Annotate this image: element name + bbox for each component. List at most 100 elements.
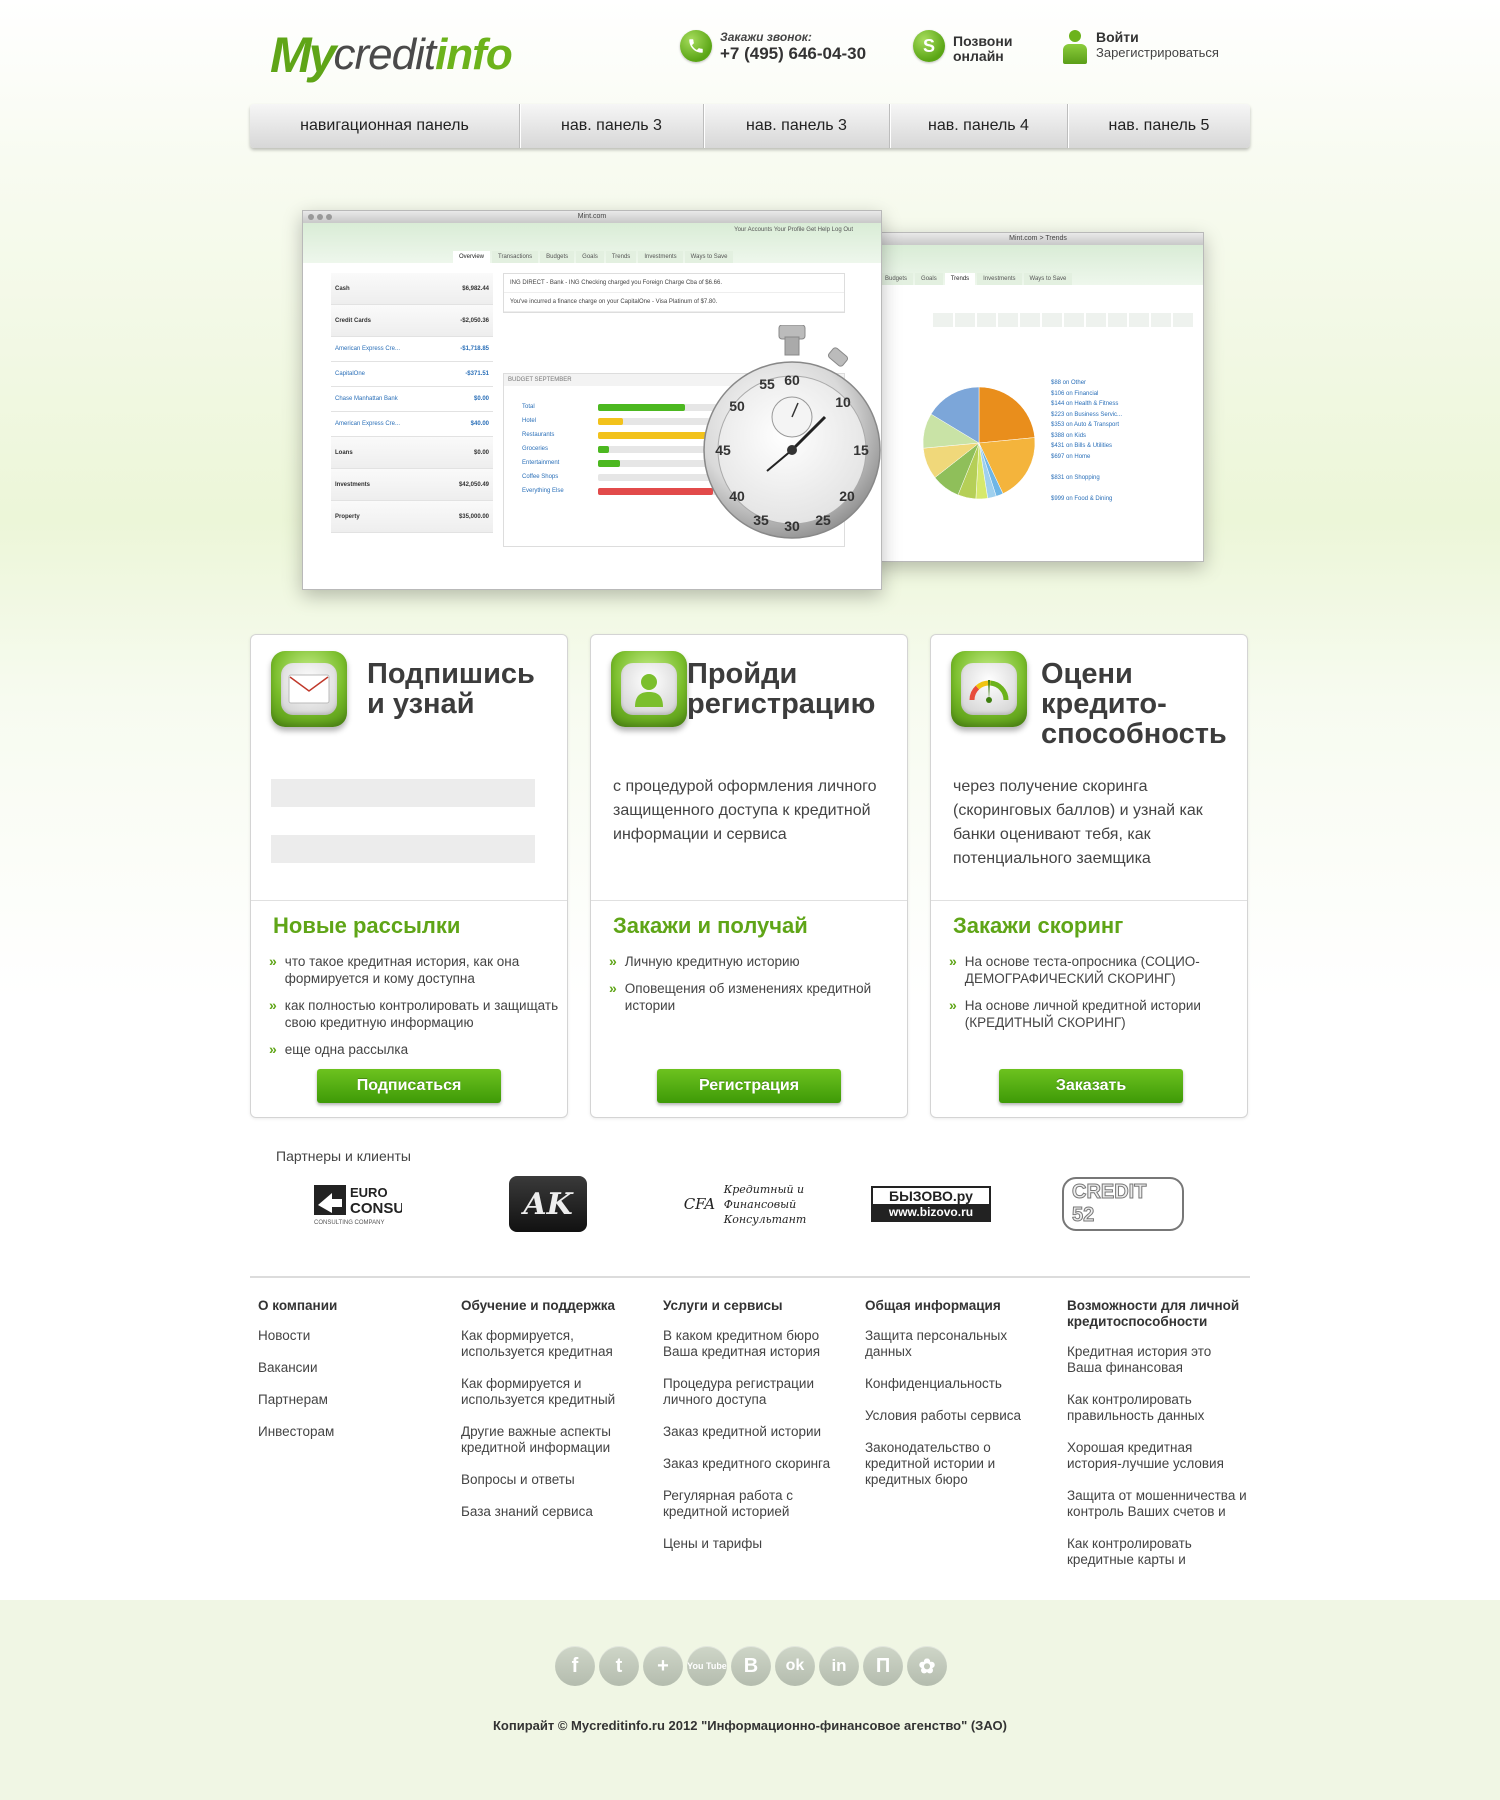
subscribe-card-list: » что такое кредитная история, как она фо… [269, 953, 559, 1068]
nav-item-3[interactable]: нав. панель 3 [704, 104, 890, 148]
cfk-line-3: Консультант [723, 1212, 807, 1226]
phone-number[interactable]: +7 (495) 646-04-30 [720, 44, 866, 64]
scoring-card: Оцени кредито- способность через получен… [930, 634, 1248, 1118]
footer-link[interactable]: Защита от мошенничества и контроль Ваших… [1067, 1488, 1247, 1520]
bizovo-logo[interactable]: БЫЗОВО.ру www.bizovo.ru [870, 1176, 992, 1232]
bullet-icon: » [949, 997, 957, 1013]
overview-tab: Investments [638, 251, 683, 263]
footer-link[interactable]: Как контролировать правильность данных [1067, 1392, 1247, 1424]
subscribe-email-field[interactable] [271, 835, 535, 863]
stopwatch-icon: 60 10 15 20 25 30 35 40 45 50 55 [703, 325, 881, 539]
plus-icon[interactable]: + [643, 1646, 683, 1686]
footer-divider [250, 1276, 1250, 1278]
legend-item: $353 on Auto & Transport [1051, 422, 1120, 428]
facebook-icon[interactable]: f [555, 1646, 595, 1686]
footer-heading: О компании [258, 1298, 338, 1313]
footer-link[interactable]: Партнерам [258, 1392, 438, 1408]
account-row: Cash $6,982.44 [331, 273, 493, 305]
overview-window-titlebar: Mint.com [303, 211, 881, 223]
account-value: $6,982.44 [462, 285, 489, 292]
footer-link[interactable]: Новости [258, 1328, 438, 1344]
flower-icon[interactable]: ✿ [907, 1646, 947, 1686]
footer-link[interactable]: Конфиденциальность [865, 1376, 1045, 1392]
scoring-title-line-3: способность [1041, 718, 1227, 750]
footer-link[interactable]: Законодательство о кредитной истории и к… [865, 1440, 1045, 1488]
footer-link[interactable]: Заказ кредитного скоринга [663, 1456, 843, 1472]
alert-item: You've incurred a finance charge on your… [504, 293, 844, 312]
scoring-card-top: Оцени кредито- способность через получен… [931, 635, 1247, 901]
subscribe-button[interactable]: Подписаться [317, 1069, 501, 1103]
footer-link[interactable]: Условия работы сервиса [865, 1408, 1045, 1424]
cfa-mark: CFA [683, 1195, 716, 1213]
subscribe-card-title: Подпишись и узнай [367, 659, 535, 719]
twitter-icon[interactable]: t [599, 1646, 639, 1686]
subscribe-card-subtitle: Новые рассылки [273, 913, 461, 938]
registration-button[interactable]: Регистрация [657, 1069, 841, 1103]
footer-link[interactable]: Вакансии [258, 1360, 438, 1376]
order-scoring-button[interactable]: Заказать [999, 1069, 1183, 1103]
footer-link[interactable]: Защита персональных данных [865, 1328, 1045, 1360]
nav-item-5[interactable]: нав. панель 5 [1068, 104, 1250, 148]
login-link[interactable]: Войти [1096, 30, 1219, 45]
footer-link[interactable]: Хорошая кредитная история-лучшие условия [1067, 1440, 1247, 1472]
skype-call-block[interactable]: S Позвони онлайн [913, 30, 1012, 64]
footer-link[interactable]: Цены и тарифы [663, 1536, 843, 1552]
list-item-text: как полностью контролировать и защищать … [284, 998, 559, 1030]
footer-link[interactable]: Как формируется и используется кредитный [461, 1376, 641, 1408]
svg-text:25: 25 [815, 512, 831, 528]
footer-link[interactable]: Как формируется, используется кредитная [461, 1328, 641, 1360]
subscribe-name-field[interactable] [271, 779, 535, 807]
account-value: $0.00 [473, 449, 489, 456]
nav-item-4[interactable]: нав. панель 4 [890, 104, 1068, 148]
register-link[interactable]: Зарегистрироваться [1096, 45, 1219, 60]
callback-block[interactable]: Закажи звонок: +7 (495) 646-04-30 [680, 30, 866, 64]
legend-item: $223 on Business Servic... [1051, 411, 1123, 418]
list-item-text: что такое кредитная история, как она фор… [284, 954, 520, 986]
footer-link[interactable]: Регулярная работа с кредитной историей [663, 1488, 843, 1520]
list-item: » На основе личной кредитной истории (КРЕ… [949, 997, 1239, 1031]
ak-logo[interactable]: AK [508, 1176, 588, 1232]
linkedin-icon[interactable]: in [819, 1646, 859, 1686]
budget-bar-fill [598, 459, 621, 467]
cfk-line-2: Финансовый [723, 1197, 797, 1211]
footer-link[interactable]: Другие важные аспекты кредитной информац… [461, 1424, 641, 1456]
footer-link[interactable]: Вопросы и ответы [461, 1472, 641, 1488]
footer-link[interactable]: База знаний сервиса [461, 1504, 641, 1520]
budget-bar-fill [598, 487, 713, 495]
odnoklassniki-icon[interactable]: ok [775, 1646, 815, 1686]
account-name: Property [335, 513, 360, 520]
spending-legend: $88 on Other $106 on Financial $144 on Hea… [1051, 378, 1122, 504]
footer-link[interactable]: Заказ кредитной истории [663, 1424, 843, 1440]
footer-link[interactable]: Процедура регистрации личного доступа [663, 1376, 843, 1408]
footer-link[interactable]: Инвесторам [258, 1424, 438, 1440]
bullet-icon: » [609, 953, 617, 969]
site-logo[interactable]: My credit info [270, 27, 513, 83]
trends-window-titlebar: Mint.com > Trends [873, 233, 1203, 245]
registration-card-top: Пройди регистрацию с процедурой оформлен… [591, 635, 907, 901]
youtube-icon[interactable]: You Tube [687, 1646, 727, 1686]
budget-label: Restaurants [522, 432, 555, 438]
euroconsult-logo[interactable]: EURO CONSULT CONSULTING COMPANY [312, 1176, 402, 1232]
list-item: » Оповещения об изменениях кредитной исто… [609, 980, 899, 1014]
hero-illustration: Mint.com > Trends Budgets Goals Trends I… [302, 200, 1262, 600]
nav-item-2[interactable]: нав. панель 3 [520, 104, 704, 148]
footer-link[interactable]: Как контролировать кредитные карты и [1067, 1536, 1247, 1568]
credit-financial-consultant-logo[interactable]: CFA Кредитный и Финансовый Консультант [680, 1176, 810, 1232]
account-name: Cash [335, 285, 350, 292]
vkontakte-icon[interactable]: B [731, 1646, 771, 1686]
footer-link[interactable]: Кредитная история это Ваша финансовая [1067, 1344, 1247, 1376]
footer-link[interactable]: В каком кредитном бюро Ваша кредитная ис… [663, 1328, 843, 1360]
account-name: Loans [335, 449, 353, 456]
euroconsult-text-2: CONSULT [350, 1200, 402, 1217]
account-name: Chase Manhattan Bank [335, 396, 398, 402]
budget-label: Coffee Shops [522, 474, 559, 480]
svg-text:45: 45 [715, 442, 731, 458]
nav-item-1[interactable]: навигационная панель [250, 104, 520, 148]
trends-window-header: Budgets Goals Trends Investments Ways to… [873, 245, 1203, 285]
credit52-logo[interactable]: CREDIT 52 [1062, 1176, 1184, 1232]
p-icon[interactable]: П [863, 1646, 903, 1686]
ak-logo-text: AK [509, 1176, 587, 1232]
budget-label: Hotel [522, 418, 537, 424]
subscribe-card: Подпишись и узнай Новые рассылки » что та… [250, 634, 568, 1118]
account-row: Property $35,000.00 [331, 501, 493, 533]
